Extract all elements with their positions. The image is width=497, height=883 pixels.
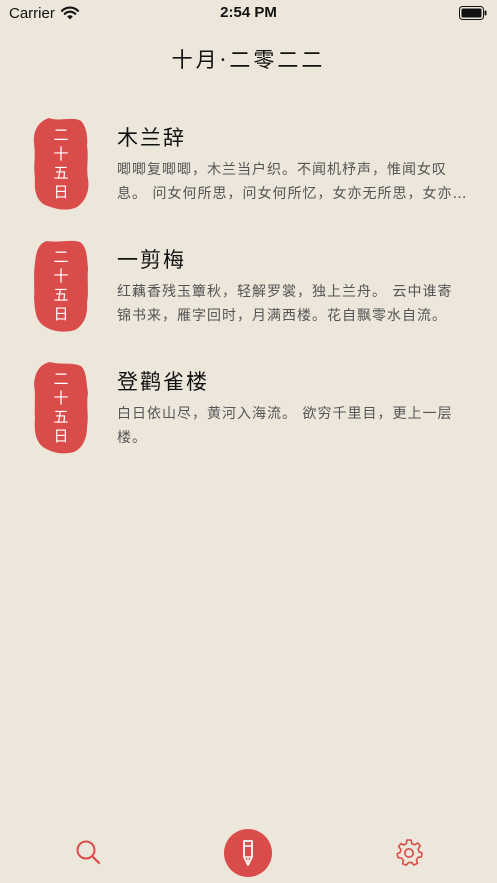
entry-excerpt: 唧唧复唧唧，木兰当户织。不闻机杼声，惟闻女叹息。 问女何所思，问女何所忆，女亦无… bbox=[117, 162, 453, 202]
battery-icon bbox=[459, 6, 487, 20]
seal-char: 五 bbox=[53, 408, 69, 426]
list-item[interactable]: 二 十 五 日 登鹳雀楼 白日依山尽，黄河入海流。 欲穷千里目，更上一层楼。 bbox=[0, 354, 497, 476]
seal-char: 十 bbox=[53, 389, 69, 407]
tab-bar bbox=[0, 826, 497, 883]
seal-char: 日 bbox=[53, 183, 69, 201]
gear-icon[interactable] bbox=[395, 838, 423, 866]
compose-button[interactable] bbox=[224, 829, 272, 877]
list-item[interactable]: 二 十 五 日 一剪梅 红藕香残玉簟秋，轻解罗裳，独上兰舟。 云中谁寄锦书来，雁… bbox=[0, 232, 497, 354]
status-bar: Carrier 2:54 PM bbox=[0, 0, 497, 28]
entry-title: 木兰辞 bbox=[117, 126, 186, 150]
pen-icon bbox=[243, 840, 253, 866]
entry-excerpt: 白日依山尽，黄河入海流。 欲穷千里目，更上一层楼。 bbox=[117, 406, 453, 446]
seal-char: 二 bbox=[53, 370, 69, 388]
entry-excerpt: 红藕香残玉簟秋，轻解罗裳，独上兰舟。 云中谁寄锦书来，雁字回时，月满西楼。花自飘… bbox=[117, 284, 453, 324]
page-title: 十月·二零二二 bbox=[171, 48, 326, 72]
entry-list: 二 十 五 日 木兰辞 唧唧复唧唧，木兰当户织。不闻机杼声，惟闻女叹息。 问女何… bbox=[0, 110, 497, 476]
seal-char: 五 bbox=[53, 286, 69, 304]
clock: 2:54 PM bbox=[220, 4, 277, 21]
seal-char: 二 bbox=[53, 126, 69, 144]
seal-char: 十 bbox=[53, 267, 69, 285]
seal-char: 日 bbox=[53, 427, 69, 445]
seal-char: 十 bbox=[53, 145, 69, 163]
list-item[interactable]: 二 十 五 日 木兰辞 唧唧复唧唧，木兰当户织。不闻机杼声，惟闻女叹息。 问女何… bbox=[0, 110, 497, 232]
search-icon[interactable] bbox=[74, 838, 102, 866]
entry-title: 一剪梅 bbox=[117, 248, 186, 272]
seal-char: 二 bbox=[53, 248, 69, 266]
seal-char: 五 bbox=[53, 164, 69, 182]
date-seal: 二 十 五 日 bbox=[31, 360, 91, 456]
seal-char: 日 bbox=[53, 305, 69, 323]
date-seal: 二 十 五 日 bbox=[31, 238, 91, 334]
entry-title: 登鹳雀楼 bbox=[117, 370, 209, 394]
date-seal: 二 十 五 日 bbox=[31, 116, 91, 212]
